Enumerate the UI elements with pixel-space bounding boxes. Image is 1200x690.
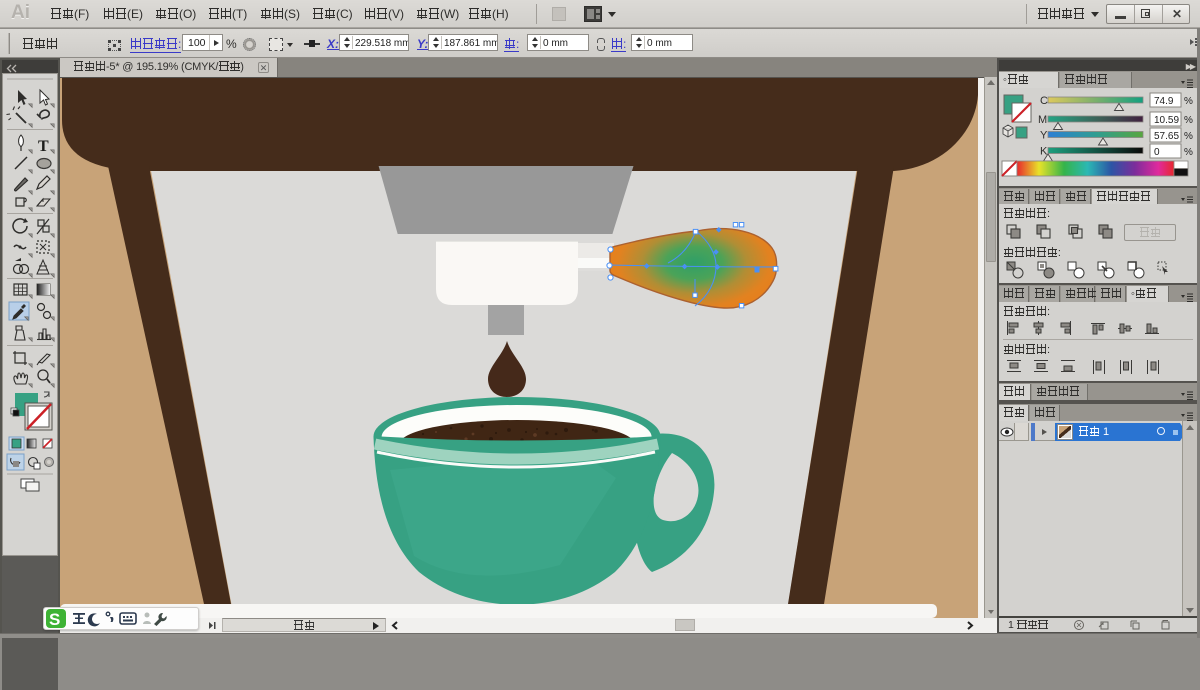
svg-text:%: % — [1184, 147, 1193, 158]
svg-text:74.9: 74.9 — [1154, 96, 1174, 107]
svg-text:57.65: 57.65 — [1154, 131, 1179, 142]
svg-text:10.59: 10.59 — [1154, 115, 1179, 126]
svg-text:Y: Y — [1040, 130, 1048, 142]
svg-text:S: S — [49, 610, 60, 629]
svg-text:%: % — [1184, 96, 1193, 107]
svg-text:%: % — [1184, 131, 1193, 142]
svg-text:%: % — [1184, 115, 1193, 126]
svg-text:M: M — [1038, 114, 1047, 126]
svg-text:C: C — [1040, 95, 1048, 107]
svg-text:T: T — [38, 138, 49, 155]
svg-text:0: 0 — [1154, 147, 1160, 158]
